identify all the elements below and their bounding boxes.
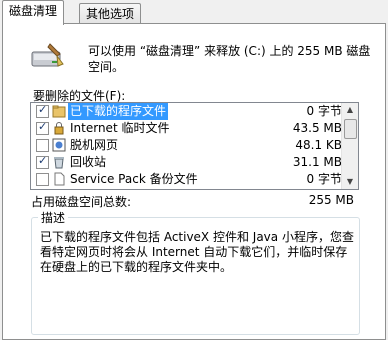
scroll-up-button[interactable]: ▲ (343, 103, 357, 117)
list-item[interactable]: 脱机网页 48.1 KB (31, 137, 344, 154)
checkbox[interactable] (36, 103, 49, 118)
total-space-label: 占用磁盘空间总数: (31, 195, 132, 209)
list-item[interactable]: 已下载的程序文件 0 字节 (31, 103, 344, 120)
list-item[interactable]: 回收站 31.1 MB (31, 154, 344, 171)
item-name: 已下载的程序文件 (68, 103, 169, 120)
checkbox[interactable] (36, 173, 49, 186)
item-name: Service Pack 备份文件 (70, 172, 198, 186)
folder-icon (52, 104, 66, 118)
recycle-bin-icon (52, 155, 66, 169)
checkbox[interactable] (36, 139, 49, 152)
lock-icon (52, 121, 66, 135)
file-list[interactable]: 已下载的程序文件 0 字节 Internet 临时文件 43.5 MB 脱机网页… (30, 102, 359, 190)
scroll-thumb[interactable] (344, 119, 357, 139)
file-icon (52, 172, 66, 186)
item-name: 回收站 (70, 155, 107, 169)
item-size: 31.1 MB (292, 155, 342, 169)
checkbox[interactable] (36, 120, 49, 135)
item-name: Internet 临时文件 (70, 121, 170, 135)
list-item[interactable]: Internet 临时文件 43.5 MB (31, 120, 344, 137)
item-size: 43.5 MB (292, 121, 342, 135)
item-size: 0 字节 (306, 104, 342, 118)
item-name: 脱机网页 (70, 138, 119, 152)
tab-more-options[interactable]: 其他选项 (79, 3, 142, 24)
description-title: 描述 (38, 209, 69, 226)
item-size: 0 字节 (306, 172, 342, 186)
info-text: 可以使用 “磁盘清理” 来释放 (C:) 上的 255 MB 磁盘空间。 (88, 44, 371, 74)
checkbox[interactable] (36, 154, 49, 169)
disk-cleanup-icon (30, 42, 66, 74)
total-space-value: 255 MB (308, 193, 354, 207)
offline-page-icon (52, 138, 66, 152)
list-item[interactable]: Service Pack 备份文件 0 字节 (31, 171, 344, 188)
item-size: 48.1 KB (295, 138, 342, 152)
description-text: 已下载的程序文件包括 ActiveX 控件和 Java 小程序，您查看特定网页时… (40, 230, 354, 274)
scroll-down-button[interactable]: ▼ (343, 175, 357, 189)
list-scrollbar[interactable]: ▲ ▼ (341, 103, 358, 189)
tab-bar: 磁盘清理 其他选项 (0, 0, 388, 25)
tab-disk-cleanup[interactable]: 磁盘清理 (2, 0, 65, 25)
